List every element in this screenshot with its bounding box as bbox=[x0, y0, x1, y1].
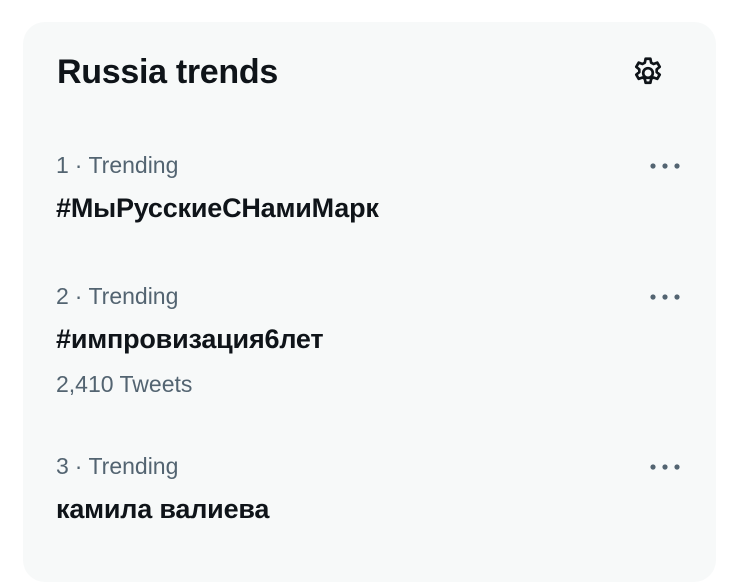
trend-context: Trending bbox=[88, 453, 179, 479]
trend-more-button[interactable] bbox=[641, 148, 689, 184]
trend-rank: 2 bbox=[56, 283, 69, 309]
trend-item-3[interactable]: 3 · Trending камила валиева bbox=[23, 453, 716, 563]
trend-rank: 1 bbox=[56, 152, 69, 178]
trend-name: #импровизация6лет bbox=[56, 324, 324, 354]
trend-more-button[interactable] bbox=[641, 279, 689, 315]
trend-context: Trending bbox=[88, 152, 179, 178]
trend-meta: 2 · Trending bbox=[56, 283, 178, 310]
trend-tweet-count: 2,410 Tweets bbox=[56, 371, 193, 397]
trend-more-button[interactable] bbox=[641, 449, 689, 485]
trend-separator: · bbox=[74, 453, 83, 479]
trend-separator: · bbox=[74, 283, 83, 309]
trend-item-2[interactable]: 2 · Trending #импровизация6лет 2,410 Tweet… bbox=[23, 283, 716, 413]
trends-header: Russia trends bbox=[23, 22, 716, 122]
more-icon bbox=[650, 163, 680, 169]
settings-button[interactable] bbox=[621, 52, 675, 94]
trend-meta: 3 · Trending bbox=[56, 453, 178, 480]
trend-rank: 3 bbox=[56, 453, 69, 479]
gear-icon bbox=[634, 57, 662, 85]
trends-panel: Russia trends 1 · Trending #МыРусскиеСНами… bbox=[23, 22, 716, 582]
trend-name: камила валиева bbox=[56, 494, 270, 524]
trend-context: Trending bbox=[88, 283, 179, 309]
more-icon bbox=[650, 464, 680, 470]
trend-meta: 1 · Trending bbox=[56, 152, 178, 179]
trend-item-1[interactable]: 1 · Trending #МыРусскиеСНамиМарк bbox=[23, 152, 716, 262]
more-icon bbox=[650, 294, 680, 300]
trends-title: Russia trends bbox=[57, 53, 278, 91]
trend-name: #МыРусскиеСНамиМарк bbox=[56, 193, 379, 223]
trend-separator: · bbox=[74, 152, 83, 178]
